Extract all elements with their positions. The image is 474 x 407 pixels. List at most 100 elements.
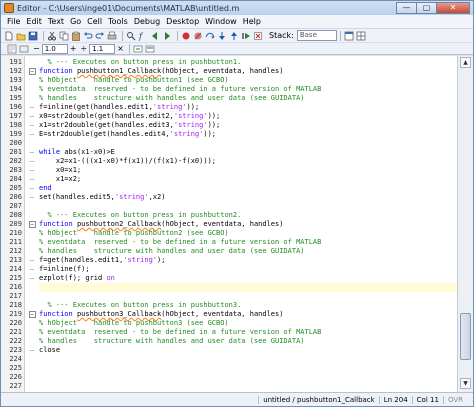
cell-value-input-2[interactable]: 1.1 (89, 43, 116, 54)
code-line[interactable]: % handles structure with handles and use… (39, 247, 305, 256)
scroll-thumb[interactable] (460, 313, 471, 360)
step-out-icon[interactable] (229, 31, 239, 41)
breakpoint-marker[interactable]: – (25, 157, 39, 166)
layout-icon[interactable] (356, 31, 366, 41)
find-icon[interactable] (126, 31, 136, 41)
code-line[interactable]: function pushbutton1_Callback(hObject, e… (39, 67, 283, 76)
breakpoint-marker[interactable]: – (25, 274, 39, 283)
breakpoint-marker[interactable]: – (25, 256, 39, 265)
code-line[interactable]: % hObject handle to pushbutton1 (see GCB… (39, 76, 229, 85)
collapse-icon[interactable]: − (28, 311, 36, 318)
code-line[interactable]: close (39, 346, 60, 355)
breakpoint-marker[interactable]: – (25, 112, 39, 121)
menu-edit[interactable]: Edit (23, 17, 45, 26)
breakpoint-marker[interactable]: – (25, 265, 39, 274)
code-line[interactable]: while abs(x1-x0)>E (39, 148, 115, 157)
stack-select[interactable]: Base (296, 30, 337, 41)
scroll-up-arrow-icon[interactable]: ▲ (460, 57, 471, 68)
breakpoint-marker[interactable]: – (25, 346, 39, 355)
show-cell-titles-icon[interactable] (145, 44, 155, 54)
breakpoint-marker[interactable]: – (25, 166, 39, 175)
code-line[interactable]: ezplot(f); grid on (39, 274, 115, 283)
forward-icon[interactable] (162, 31, 172, 41)
step-icon[interactable] (205, 31, 215, 41)
code-line[interactable]: % eventdata reserved - to be defined in … (39, 328, 321, 337)
code-line[interactable]: end (39, 184, 52, 193)
menu-desktop[interactable]: Desktop (163, 17, 202, 26)
minimize-button[interactable]: — (396, 2, 416, 14)
code-line[interactable]: % eventdata reserved - to be defined in … (39, 238, 321, 247)
increment-button[interactable]: + (70, 44, 77, 53)
breakpoint-marker[interactable]: – (25, 175, 39, 184)
code-line[interactable]: function pushbutton3_Callback(hObject, e… (39, 310, 283, 319)
code-line[interactable]: x2=x1-(((x1-x0)*f(x1))/(f(x1)-f(x0))); (39, 157, 216, 166)
save-icon[interactable] (28, 31, 38, 41)
undo-icon[interactable] (83, 31, 93, 41)
code-line[interactable]: f=inline(get(handles.edit1,'string')); (39, 103, 199, 112)
code-line[interactable]: % --- Executes on button press in pushbu… (39, 301, 241, 310)
code-editor[interactable]: ▲ ▼ 191 % --- Executes on button press i… (1, 56, 473, 392)
vertical-scrollbar[interactable]: ▲ ▼ (457, 56, 473, 392)
new-file-icon[interactable] (4, 31, 14, 41)
insert-cell-icon[interactable] (19, 44, 29, 54)
code-line[interactable]: % handles structure with handles and use… (39, 337, 305, 346)
multiply-button[interactable]: × (117, 44, 124, 53)
fold-toggle-icon[interactable]: − (25, 220, 39, 229)
clear-breakpoints-icon[interactable] (193, 31, 203, 41)
code-line[interactable]: x1=x2; (39, 175, 81, 184)
dock-icon[interactable] (344, 31, 354, 41)
menu-window[interactable]: Window (202, 17, 240, 26)
breakpoint-marker[interactable]: – (25, 184, 39, 193)
code-line[interactable]: % hObject handle to pushbutton2 (see GCB… (39, 229, 229, 238)
cell-mode-icon[interactable] (7, 44, 17, 54)
continue-icon[interactable] (241, 31, 251, 41)
function-icon[interactable]: f (138, 31, 148, 41)
back-icon[interactable] (150, 31, 160, 41)
collapse-icon[interactable]: − (28, 68, 36, 75)
code-line[interactable]: % handles structure with handles and use… (39, 94, 305, 103)
print-icon[interactable] (107, 31, 117, 41)
breakpoint-marker[interactable]: – (25, 103, 39, 112)
code-line[interactable]: % hObject handle to pushbutton3 (see GCB… (39, 319, 229, 328)
fold-toggle-icon[interactable]: − (25, 310, 39, 319)
code-line[interactable]: % eventdata reserved - to be defined in … (39, 85, 321, 94)
paste-icon[interactable] (71, 31, 81, 41)
code-line[interactable]: % --- Executes on button press in pushbu… (39, 211, 241, 220)
maximize-button[interactable]: ▢ (416, 2, 436, 14)
copy-icon[interactable] (59, 31, 69, 41)
exit-debug-icon[interactable] (253, 31, 263, 41)
breakpoint-marker[interactable]: – (25, 121, 39, 130)
cut-icon[interactable] (47, 31, 57, 41)
scroll-down-arrow-icon[interactable]: ▼ (460, 378, 471, 389)
code-line[interactable]: E=str2double(get(handles.edit4,'string')… (39, 130, 216, 139)
cell-value-input-1[interactable]: 1.0 (41, 43, 68, 54)
code-line[interactable]: function pushbutton2_Callback(hObject, e… (39, 220, 283, 229)
fold-toggle-icon[interactable]: − (25, 67, 39, 76)
code-line[interactable]: f=inline(f); (39, 265, 90, 274)
breakpoint-icon[interactable] (181, 31, 191, 41)
menu-text[interactable]: Text (45, 17, 67, 26)
menu-tools[interactable]: Tools (105, 17, 131, 26)
menu-help[interactable]: Help (240, 17, 264, 26)
menu-go[interactable]: Go (67, 17, 84, 26)
breakpoint-marker[interactable]: – (25, 193, 39, 202)
evaluate-cell-icon[interactable] (133, 44, 143, 54)
menu-cell[interactable]: Cell (84, 17, 105, 26)
code-line[interactable]: x1=str2double(get(handles.edit3,'string'… (39, 121, 220, 130)
redo-icon[interactable] (95, 31, 105, 41)
menu-file[interactable]: File (4, 17, 23, 26)
code-line[interactable]: f=get(handles.edit1,'string'); (39, 256, 165, 265)
code-line[interactable]: set(handles.edit5,'string',x2) (39, 193, 165, 202)
step-in-icon[interactable] (217, 31, 227, 41)
code-line[interactable]: x0=x1; (39, 166, 81, 175)
decrement-button[interactable]: − (33, 44, 40, 53)
breakpoint-marker[interactable]: – (25, 148, 39, 157)
code-line[interactable]: x0=str2double(get(handles.edit2,'string'… (39, 112, 220, 121)
breakpoint-marker[interactable]: – (25, 130, 39, 139)
divide-button[interactable]: ÷ (80, 44, 87, 53)
open-folder-icon[interactable] (16, 31, 26, 41)
close-button[interactable]: ✕ (436, 2, 470, 14)
code-line[interactable]: % --- Executes on button press in pushbu… (39, 58, 241, 67)
collapse-icon[interactable]: − (28, 221, 36, 228)
menu-debug[interactable]: Debug (131, 17, 163, 26)
